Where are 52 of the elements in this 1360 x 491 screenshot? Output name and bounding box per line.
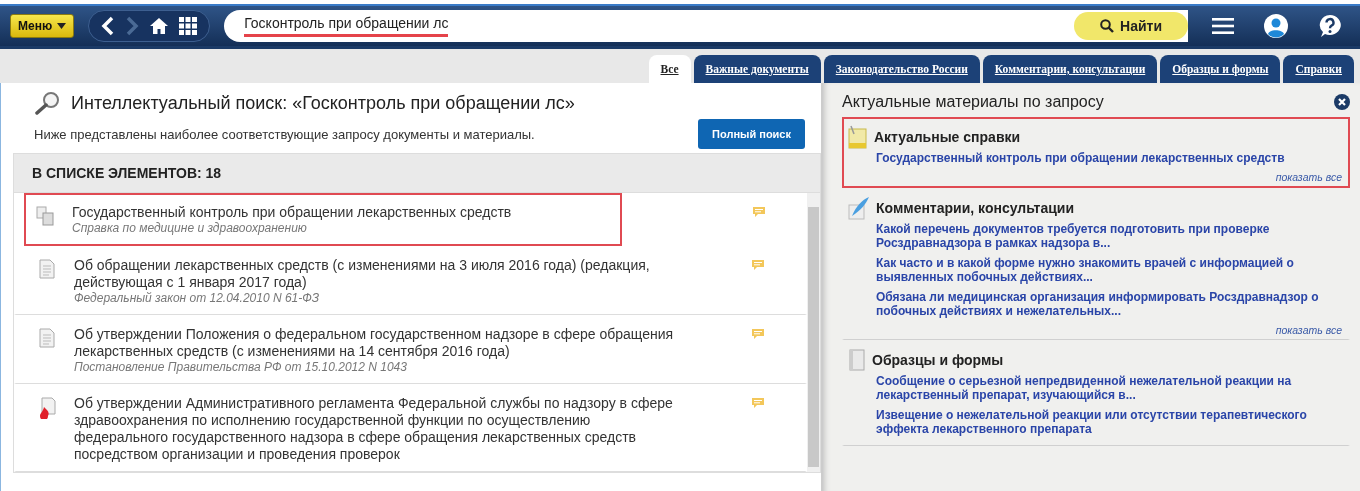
document-title[interactable]: Об обращении лекарственных средств (с изменениями на 3 июля 2016 года) (редакция, действующая с 1 января 2017 года) (74, 257, 674, 291)
back-icon[interactable] (101, 16, 116, 36)
tab[interactable]: Законодательство России (823, 55, 980, 83)
material-link[interactable]: Сообщение о серьезной непредвиденной нежелательной реакции на лекарственный препарат, изучающийся в... (876, 374, 1336, 402)
document-source: Постановление Правительства РФ от 15.10.2012 N 1043 (74, 360, 408, 375)
tab[interactable]: Все (648, 55, 691, 83)
section-title: Актуальные справки (874, 129, 1021, 145)
menu-icon[interactable] (1212, 17, 1234, 35)
show-all-link[interactable]: показать все (1275, 324, 1342, 336)
results-description: Ниже представлены наиболее соответствующие запросу документы и материалы. (34, 126, 535, 142)
material-link[interactable]: Какой перечень документов требуется подготовить при проверке Росздравнадзора в рамках надзора в... (876, 222, 1336, 250)
document-source: Справка по медицине и здравоохранению (72, 221, 308, 236)
close-icon[interactable] (1334, 94, 1350, 110)
search-icon (1100, 19, 1115, 33)
help-icon[interactable] (1318, 14, 1342, 38)
quill-icon (848, 196, 870, 220)
item-count: В СПИСКЕ ЭЛЕМЕНТОВ: 18 (32, 165, 222, 181)
search-results-title: Интеллектуальный поиск: «Госконтроль при обращении лс» (71, 92, 575, 114)
document-title[interactable]: Об утверждении Административного регламента Федеральной службы по надзору в сфере здравоохранения по исполнению государственной функции по осуществлению федерального государственного надзора в сфере обращения лекарственных средств посредством организации и проведения проверок (74, 395, 674, 463)
show-all-link[interactable]: показать все (1275, 171, 1342, 183)
document-source: Федеральный закон от 12.04.2010 N 61-ФЗ (74, 291, 321, 306)
hot-document-icon (38, 397, 56, 419)
menu-button[interactable]: Меню (10, 14, 75, 38)
documents-icon (36, 206, 54, 226)
material-link[interactable]: Государственный контроль при обращении лекарственных средств (876, 151, 1336, 165)
notepad-icon (848, 125, 868, 149)
document-icon (848, 348, 866, 372)
find-button[interactable]: Найти (1074, 12, 1188, 40)
tab[interactable]: Справки (1283, 55, 1354, 83)
material-link[interactable]: Обязана ли медицинская организация информировать Росздравнадзор о побочных действиях и нежелательных... (876, 290, 1336, 318)
search-field[interactable]: Госконтроль при обращении лс Найти (224, 10, 1188, 42)
section-title: Комментарии, консультации (876, 200, 1074, 216)
user-icon[interactable] (1264, 14, 1288, 38)
scrollbar[interactable] (807, 193, 820, 472)
document-icon (38, 328, 56, 348)
grid-icon[interactable] (179, 17, 198, 35)
tab[interactable]: Комментарии, консультации (982, 55, 1158, 83)
document-icon (38, 259, 56, 279)
full-search-button[interactable]: Полный поиск (698, 119, 805, 149)
document-row[interactable]: Об обращении лекарственных средств (с изменениями на 3 июля 2016 года) (редакция, действующая с 1 января 2017 года) Федеральный закон от 12.04.2010 N 61-ФЗ (14, 246, 807, 315)
document-row[interactable]: Об утверждении Положения о федеральном государственном надзоре в сфере обращения лекарственных средств (с изменениями на 14 сентября 2016 года) Постановление Правительства РФ от 15.10.2012 N 1043 (14, 315, 807, 384)
tab[interactable]: Важные документы (693, 55, 821, 83)
material-link[interactable]: Извещение о нежелательной реакции или отсутствии терапевтического эффекта лекарственного препарата (876, 408, 1336, 436)
home-icon[interactable] (149, 17, 170, 35)
document-title[interactable]: Государственный контроль при обращении лекарственных средств (72, 204, 610, 221)
material-link[interactable]: Как часто и в какой форме нужно знакомить врачей с информацией о выявленных побочных действиях... (876, 256, 1336, 284)
document-title[interactable]: Об утверждении Положения о федеральном государственном надзоре в сфере обращения лекарственных средств (с изменениями на 14 сентября 2016 года) (74, 326, 674, 360)
materials-title: Актуальные материалы по запросу (842, 93, 1104, 111)
tab[interactable]: Образцы и формы (1160, 55, 1281, 83)
section-title: Образцы и формы (872, 352, 1004, 368)
search-icon (35, 91, 61, 115)
caret-icon (57, 23, 67, 29)
